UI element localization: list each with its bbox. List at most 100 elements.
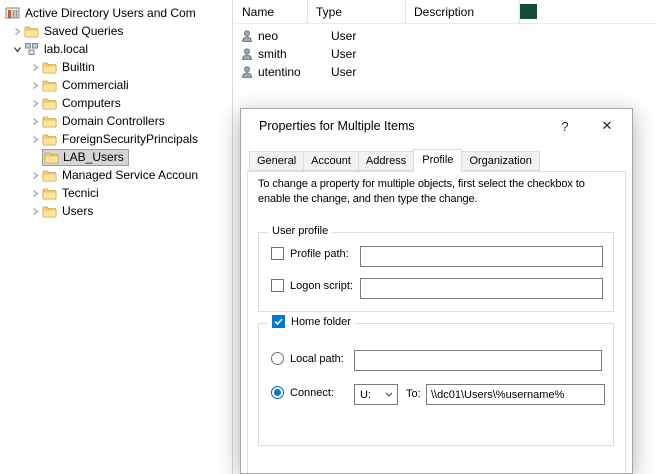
chevron-right-icon[interactable] — [10, 27, 24, 36]
chevron-right-icon[interactable] — [28, 63, 42, 72]
folder-icon — [42, 61, 60, 74]
connect-path-input[interactable] — [426, 384, 605, 405]
tree-item-label: Computers — [60, 96, 123, 110]
tree-item-label: lab.local — [42, 42, 90, 56]
tree-item-label: Tecnici — [60, 186, 101, 200]
local-path-radio[interactable] — [271, 352, 284, 365]
tree-item-label: Users — [60, 204, 95, 218]
local-path-row: Local path: — [271, 352, 344, 365]
instruction-line2: enable the change, and then type the cha… — [258, 192, 585, 207]
chevron-right-icon[interactable] — [28, 117, 42, 126]
logon-script-label: Logon script: — [290, 280, 353, 292]
profile-path-checkbox[interactable] — [271, 247, 284, 260]
aduc-window: Active Directory Users and Com Saved Que… — [0, 0, 656, 474]
logon-script-checkbox[interactable] — [271, 279, 284, 292]
logon-script-row: Logon script: — [271, 279, 353, 292]
user-icon — [240, 29, 258, 43]
tree-item-saved-queries[interactable]: Saved Queries — [0, 22, 232, 40]
tree-item-tecnici[interactable]: Tecnici — [0, 184, 232, 202]
drive-letter-select[interactable]: U: — [354, 384, 398, 405]
list-header: Name Type Description — [234, 0, 656, 24]
folder-icon — [42, 133, 60, 146]
home-folder-checkbox[interactable] — [272, 315, 285, 328]
tab-strip: General Account Address Profile Organiza… — [249, 148, 539, 171]
connect-label: Connect: — [290, 387, 334, 399]
object-type: User — [314, 29, 356, 43]
user-profile-group: User profile Profile path: Logon script: — [258, 232, 614, 312]
folder-icon — [42, 115, 60, 128]
home-folder-group-label: Home folder — [268, 315, 355, 328]
user-icon — [240, 47, 258, 61]
folder-icon — [42, 187, 60, 200]
list-item-smith[interactable]: smith User — [234, 45, 656, 63]
instruction-text: To change a property for multiple object… — [258, 177, 585, 207]
tab-account[interactable]: Account — [303, 151, 359, 171]
domain-icon — [24, 42, 42, 56]
instruction-line1: To change a property for multiple object… — [258, 177, 585, 192]
connect-radio[interactable] — [271, 386, 284, 399]
tree-item-managed-service-accounts[interactable]: Managed Service Accoun — [0, 166, 232, 184]
column-header-description[interactable]: Description — [406, 0, 520, 23]
home-folder-group: Home folder Local path: Connect: U: To: — [258, 323, 614, 446]
tree-item-foreign-security-principals[interactable]: ForeignSecurityPrincipals — [0, 130, 232, 148]
console-tree: Active Directory Users and Com Saved Que… — [0, 0, 233, 474]
tree-item-lab-local[interactable]: lab.local — [0, 40, 232, 58]
tab-organization[interactable]: Organization — [461, 151, 539, 171]
user-profile-group-label: User profile — [268, 225, 332, 237]
tree-item-builtin[interactable]: Builtin — [0, 58, 232, 76]
folder-icon — [24, 25, 42, 38]
column-header-label: Description — [414, 5, 474, 19]
local-path-input[interactable] — [354, 350, 602, 371]
object-name: neo — [258, 29, 314, 43]
tree-item-computers[interactable]: Computers — [0, 94, 232, 112]
chevron-right-icon[interactable] — [28, 81, 42, 90]
tree-item-domain-controllers[interactable]: Domain Controllers — [0, 112, 232, 130]
folder-icon — [42, 97, 60, 110]
column-header-name[interactable]: Name — [234, 0, 308, 23]
tree-item-label: Builtin — [60, 60, 97, 74]
list-item-utentino[interactable]: utentino User — [234, 63, 656, 81]
chevron-down-icon[interactable] — [10, 45, 24, 54]
object-name: smith — [258, 47, 314, 61]
tab-profile[interactable]: Profile — [413, 149, 462, 172]
dialog-titlebar[interactable]: Properties for Multiple Items ? ✕ — [241, 109, 632, 143]
chevron-down-icon — [385, 392, 393, 397]
object-name: utentino — [258, 65, 314, 79]
column-header-type[interactable]: Type — [308, 0, 406, 23]
object-type: User — [314, 65, 356, 79]
chevron-right-icon[interactable] — [28, 135, 42, 144]
profile-path-label: Profile path: — [290, 248, 349, 260]
column-header-label: Name — [242, 5, 274, 19]
folder-icon — [43, 151, 61, 164]
tree-item-lab-users[interactable]: LAB_Users — [0, 148, 232, 166]
aduc-root-icon — [5, 6, 23, 20]
tree-item-users[interactable]: Users — [0, 202, 232, 220]
tree-item-label: Saved Queries — [42, 24, 125, 38]
tree-item-label: Active Directory Users and Com — [23, 6, 198, 20]
close-icon[interactable]: ✕ — [598, 118, 616, 134]
tree-item-label: Managed Service Accoun — [60, 168, 200, 182]
column-header-label: Type — [316, 5, 342, 19]
chevron-right-icon[interactable] — [28, 171, 42, 180]
tab-address[interactable]: Address — [358, 151, 414, 171]
tab-general[interactable]: General — [249, 151, 304, 171]
properties-dialog: Properties for Multiple Items ? ✕ Genera… — [240, 108, 633, 474]
logon-script-input[interactable] — [360, 278, 603, 299]
user-icon — [240, 65, 258, 79]
local-path-label: Local path: — [290, 353, 344, 365]
to-label: To: — [406, 388, 421, 400]
list-item-neo[interactable]: neo User — [234, 27, 656, 45]
profile-path-input[interactable] — [360, 246, 603, 267]
tree-item-commerciali[interactable]: Commerciali — [0, 76, 232, 94]
tree-item-label: Commerciali — [60, 78, 131, 92]
chevron-right-icon[interactable] — [28, 189, 42, 198]
selected-tree-item-highlight: LAB_Users — [42, 149, 129, 166]
tree-item-label: ForeignSecurityPrincipals — [60, 132, 200, 146]
chevron-right-icon[interactable] — [28, 207, 42, 216]
help-button[interactable]: ? — [556, 119, 574, 134]
chevron-right-icon[interactable] — [28, 99, 42, 108]
drive-letter-value: U: — [360, 389, 371, 401]
folder-icon — [42, 79, 60, 92]
folder-icon — [42, 205, 60, 218]
tree-item-root[interactable]: Active Directory Users and Com — [0, 4, 232, 22]
